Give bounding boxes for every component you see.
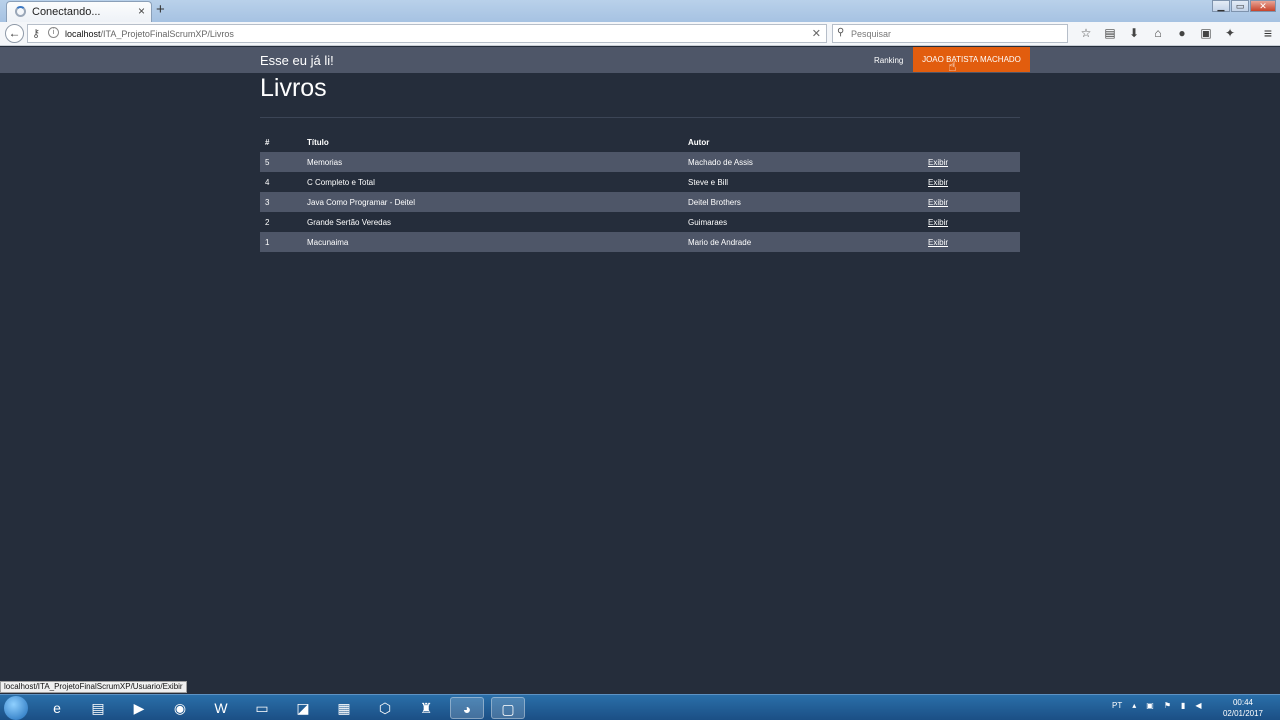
ie-icon[interactable]: e — [40, 697, 74, 719]
site-brand[interactable]: Esse eu já li! — [260, 53, 334, 68]
browser-tab[interactable]: Conectando... × — [6, 1, 152, 22]
clock-date: 02/01/2017 — [1222, 709, 1264, 718]
exibir-link[interactable]: Exibir — [928, 178, 948, 187]
table-header-row: # Título Autor — [260, 132, 1020, 152]
nav-user-button[interactable]: JOAO BATISTA MACHADO — [913, 47, 1030, 72]
tray-expand-icon[interactable]: ▴ — [1132, 701, 1136, 710]
windows-taskbar: e ▤ ▶ ◉ W ▭ ◪ ▦ ⬡ ♜ ◕ ▢ PT ▴ ▣ ⚑ ▮ ◀ 00:… — [0, 694, 1280, 720]
start-button[interactable] — [4, 696, 28, 720]
row-author: Mario de Andrade — [688, 238, 752, 247]
media-player-icon[interactable]: ▶ — [122, 697, 156, 719]
terminal-icon[interactable]: ▦ — [327, 697, 361, 719]
address-bar[interactable]: ⚷ i localhost/ITA_ProjetoFinalScrumXP/Li… — [27, 24, 827, 43]
key-icon[interactable]: ⚷ — [32, 27, 40, 40]
word-icon[interactable]: W — [204, 697, 238, 719]
virtualbox-icon[interactable]: ⬡ — [368, 697, 402, 719]
books-table: # Título Autor 5 Memorias Machado de Ass… — [260, 132, 1020, 252]
home-icon[interactable]: ⌂ — [1146, 26, 1170, 40]
row-title: Memorias — [307, 158, 343, 167]
browser-tab-bar: Conectando... × + ▁ ▭ ✕ — [0, 0, 1280, 22]
tab-title: Conectando... — [32, 6, 101, 18]
link-status-bar: localhost/ITA_ProjetoFinalScrumXP/Usuari… — [0, 681, 187, 693]
browser-toolbar: ☆ ▤ ⬇ ⌂ ● ▣ ✦ — [1074, 26, 1242, 40]
reading-list-icon[interactable]: ▤ — [1098, 26, 1122, 40]
postgres-icon[interactable]: ♜ — [409, 697, 443, 719]
row-num: 4 — [265, 178, 270, 187]
row-title: Macunaima — [307, 238, 349, 247]
browser-nav-bar: ← ⚷ i localhost/ITA_ProjetoFinalScrumXP/… — [0, 22, 1280, 46]
info-icon[interactable]: i — [48, 27, 59, 38]
window-controls: ▁ ▭ ✕ — [1211, 0, 1276, 12]
loading-spinner-icon — [15, 6, 26, 17]
download-icon[interactable]: ⬇ — [1122, 26, 1146, 40]
back-button[interactable]: ← — [5, 24, 24, 43]
row-author: Guimaraes — [688, 218, 728, 227]
header-num: # — [265, 138, 270, 147]
search-placeholder: Pesquisar — [851, 29, 892, 39]
exibir-link[interactable]: Exibir — [928, 238, 948, 247]
close-window-button[interactable]: ✕ — [1250, 0, 1276, 12]
chat-icon[interactable]: ● — [1170, 26, 1194, 40]
row-num: 1 — [265, 238, 270, 247]
page-title: Livros — [260, 74, 327, 102]
table-row: 4 C Completo e Total Steve e Bill Exibir — [260, 172, 1020, 192]
system-tray: PT ▴ ▣ ⚑ ▮ ◀ — [1112, 701, 1212, 710]
clock[interactable]: 00:44 02/01/2017 — [1222, 697, 1264, 719]
bookmark-star-icon[interactable]: ☆ — [1074, 26, 1098, 40]
row-num: 3 — [265, 198, 270, 207]
header-title: Título — [307, 138, 329, 147]
divider — [260, 117, 1020, 118]
action-center-icon[interactable]: ▣ — [1146, 701, 1154, 710]
taskbar-apps: e ▤ ▶ ◉ W ▭ ◪ ▦ ⬡ ♜ ◕ ▢ — [40, 697, 532, 719]
screenshot-icon[interactable]: ▣ — [1194, 26, 1218, 40]
chrome-icon[interactable]: ◉ — [163, 697, 197, 719]
flag-icon[interactable]: ⚑ — [1164, 701, 1171, 710]
exibir-link[interactable]: Exibir — [928, 198, 948, 207]
language-indicator[interactable]: PT — [1112, 701, 1122, 710]
header-author: Autor — [688, 138, 710, 147]
notes-icon[interactable]: ◪ — [286, 697, 320, 719]
minimize-button[interactable]: ▁ — [1212, 0, 1230, 12]
row-num: 5 — [265, 158, 270, 167]
menu-icon[interactable]: ≡ — [1264, 25, 1272, 41]
table-row: 2 Grande Sertão Veredas Guimaraes Exibir — [260, 212, 1020, 232]
row-title: Java Como Programar - Deitel — [307, 198, 416, 207]
row-title: Grande Sertão Veredas — [307, 218, 392, 227]
nav-link-ranking[interactable]: Ranking — [874, 56, 903, 65]
tab-close-icon[interactable]: × — [138, 4, 145, 18]
stop-loading-icon[interactable]: ✕ — [812, 27, 821, 40]
volume-icon[interactable]: ◀ — [1195, 701, 1201, 710]
network-icon[interactable]: ▮ — [1181, 701, 1185, 710]
maximize-button[interactable]: ▭ — [1231, 0, 1249, 12]
search-icon: ⚲ — [837, 27, 845, 38]
row-num: 2 — [265, 218, 270, 227]
search-input[interactable]: ⚲ Pesquisar — [832, 24, 1068, 43]
new-tab-button[interactable]: + — [156, 1, 165, 18]
window-app-icon[interactable]: ▭ — [245, 697, 279, 719]
clock-time: 00:44 — [1232, 698, 1254, 707]
table-row: 3 Java Como Programar - Deitel Deitel Br… — [260, 192, 1020, 212]
site-navbar: Esse eu já li! Ranking JOAO BATISTA MACH… — [0, 47, 1280, 73]
explorer-folder-icon[interactable]: ▤ — [81, 697, 115, 719]
row-author: Steve e Bill — [688, 178, 729, 187]
row-title: C Completo e Total — [307, 178, 375, 187]
exibir-link[interactable]: Exibir — [928, 218, 948, 227]
firefox-icon[interactable]: ◕ — [450, 697, 484, 719]
table-row: 5 Memorias Machado de Assis Exibir — [260, 152, 1020, 172]
hand-cursor-icon: ☝ — [948, 58, 957, 74]
url-text: localhost/ITA_ProjetoFinalScrumXP/Livros — [65, 29, 234, 39]
extension-icon[interactable]: ✦ — [1218, 26, 1242, 40]
row-author: Deitel Brothers — [688, 198, 741, 207]
table-row: 1 Macunaima Mario de Andrade Exibir — [260, 232, 1020, 252]
exibir-link[interactable]: Exibir — [928, 158, 948, 167]
row-author: Machado de Assis — [688, 158, 753, 167]
screen-recorder-icon[interactable]: ▢ — [491, 697, 525, 719]
